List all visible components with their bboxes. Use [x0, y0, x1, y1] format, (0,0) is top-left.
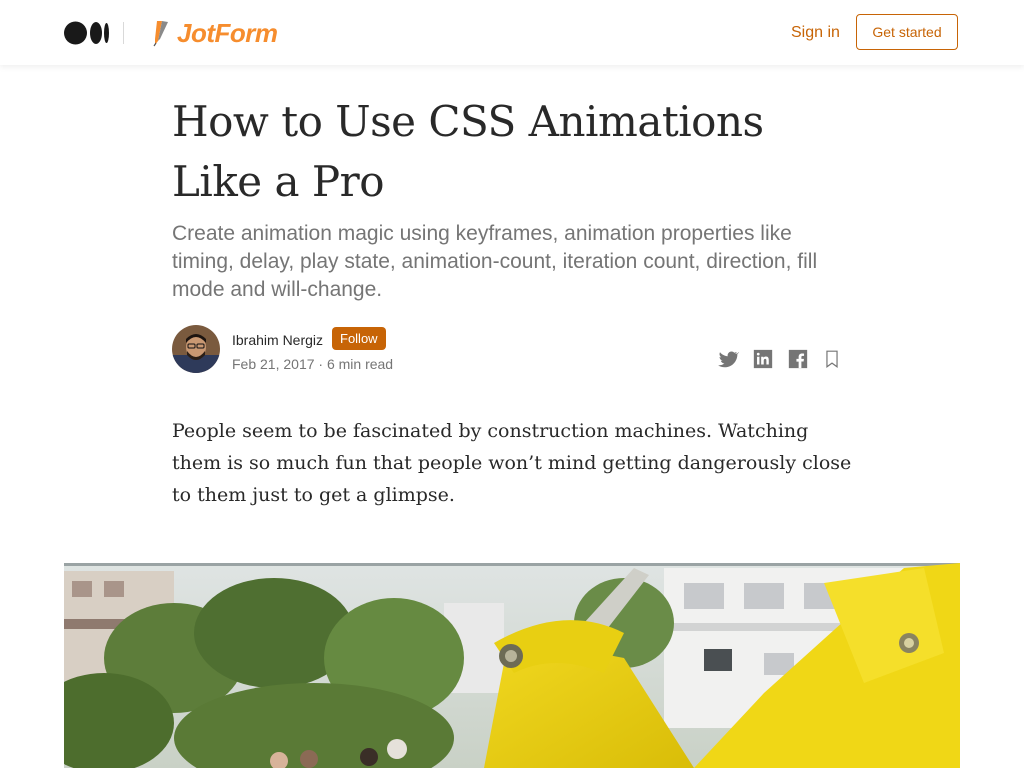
intro-paragraph: People seem to be fascinated by construc…	[172, 420, 852, 506]
hero-image[interactable]	[64, 563, 960, 768]
author-avatar[interactable]	[172, 325, 220, 373]
get-started-button[interactable]: Get started	[856, 14, 958, 50]
top-navigation-bar: JotForm Sign in Get started	[0, 0, 1024, 65]
follow-button[interactable]: Follow	[332, 327, 386, 350]
bookmark-icon[interactable]	[821, 348, 843, 370]
article-title: How to Use CSS Animations Like a Pro	[172, 97, 764, 206]
twitter-icon[interactable]	[717, 348, 739, 370]
jotform-pen-icon	[153, 21, 168, 47]
author-name[interactable]: Ibrahim Nergiz	[232, 331, 323, 349]
article-meta: Feb 21, 2017 · 6 min read	[232, 356, 394, 372]
linkedin-icon[interactable]	[752, 348, 774, 370]
publication-logo[interactable]: JotForm	[151, 17, 278, 49]
facebook-icon[interactable]	[787, 348, 809, 370]
publication-name: JotForm	[177, 17, 278, 48]
medium-logo-icon[interactable]	[64, 21, 110, 45]
article-subtitle: Create animation magic using keyframes, …	[172, 222, 818, 301]
excavator-photo	[64, 563, 960, 768]
sign-in-link[interactable]: Sign in	[791, 22, 840, 44]
logo-divider	[123, 22, 124, 44]
